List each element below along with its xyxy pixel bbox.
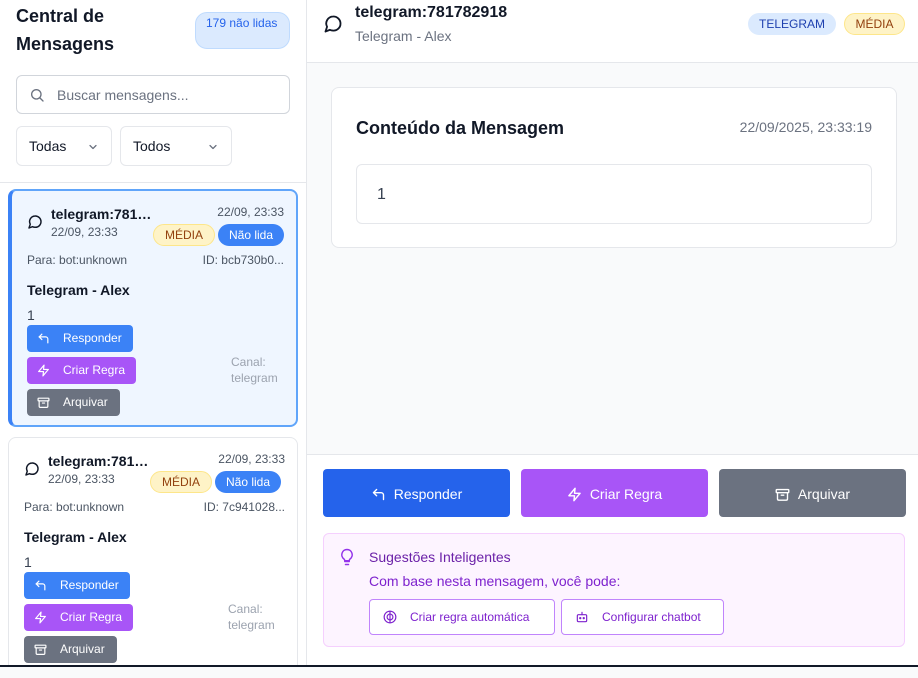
suggestions-title: Sugestões Inteligentes: [369, 549, 511, 565]
message-detail-panel: telegram:781782918 Telegram - Alex TELEG…: [307, 0, 918, 665]
create-rule-button[interactable]: Criar Regra: [27, 357, 136, 384]
channel-value: telegram: [228, 618, 275, 632]
archive-button[interactable]: Arquivar: [719, 469, 906, 517]
create-rule-button-label: Criar Regra: [60, 610, 123, 624]
unread-badge: Não lida: [215, 471, 282, 493]
chat-bubble-icon: [25, 462, 39, 476]
message-id: ID: bcb730b0...: [202, 253, 284, 267]
message-title: Telegram - Alex: [27, 282, 130, 298]
reply-button-label: Responder: [63, 331, 122, 345]
message-recipient: Para: bot:unknown: [27, 253, 128, 267]
sidebar-title: Central de Mensagens: [16, 6, 115, 54]
archive-button[interactable]: Arquivar: [24, 636, 117, 663]
chevron-down-icon: [209, 144, 217, 150]
create-rule-button-label: Criar Regra: [589, 486, 663, 503]
channel-label: Canal:: [228, 602, 263, 616]
message-content-card: Conteúdo da Mensagem 22/09/2025, 23:33:1…: [331, 87, 897, 248]
message-sender: telegram:781782918: [51, 206, 153, 222]
message-id: ID: 7c941028...: [203, 500, 285, 514]
priority-badge: MÉDIA: [844, 13, 905, 35]
smart-suggestions-panel: Sugestões Inteligentes Com base nesta me…: [323, 533, 905, 647]
reply-button[interactable]: Responder: [323, 469, 510, 517]
archive-icon: [775, 488, 790, 501]
chat-bubble-icon: [324, 15, 342, 33]
suggestions-text: Com base nesta mensagem, você pode:: [369, 573, 621, 589]
lightbulb-icon: [341, 548, 353, 566]
zap-icon: [35, 611, 46, 624]
zap-icon: [38, 364, 49, 377]
reply-icon: [372, 488, 384, 500]
create-auto-rule-label: Criar regra automática: [410, 610, 530, 624]
message-date: 22/09, 23:33: [48, 472, 115, 486]
message-title: Telegram - Alex: [24, 529, 127, 545]
search-input[interactable]: [57, 76, 282, 113]
message-card[interactable]: telegram:781782918 22/09, 23:33 22/09, 2…: [8, 437, 298, 665]
message-time: 22/09, 23:33: [217, 205, 284, 219]
create-rule-button[interactable]: Criar Regra: [521, 469, 708, 517]
content-title: Conteúdo da Mensagem: [356, 118, 565, 138]
reply-button[interactable]: Responder: [27, 325, 133, 352]
channel-info: Canal: telegram: [231, 354, 278, 386]
channel-value: telegram: [231, 371, 278, 385]
priority-badge: MÉDIA: [153, 224, 216, 246]
status-filter-value: Todas: [29, 138, 67, 154]
message-recipient: Para: bot:unknown: [24, 500, 125, 514]
reply-icon: [35, 580, 46, 591]
archive-button[interactable]: Arquivar: [27, 389, 120, 416]
unread-count-badge: 179 não lidas: [195, 12, 290, 49]
reply-button-label: Responder: [393, 486, 463, 503]
configure-chatbot-button[interactable]: Configurar chatbot: [561, 599, 724, 635]
channel-label: Canal:: [231, 355, 266, 369]
bottom-strip: [0, 667, 918, 678]
target-icon: [383, 610, 397, 624]
content-date: 22/09/2025, 23:33:19: [739, 119, 872, 135]
create-auto-rule-button[interactable]: Criar regra automática: [369, 599, 555, 635]
sidebar-divider: [0, 182, 306, 183]
reply-button[interactable]: Responder: [24, 572, 130, 599]
detail-header: telegram:781782918 Telegram - Alex TELEG…: [307, 0, 918, 63]
detail-actions: Responder Criar Regra Arquivar Sugestões…: [307, 454, 918, 665]
message-date: 22/09, 23:33: [51, 225, 118, 239]
priority-badge: MÉDIA: [150, 471, 213, 493]
type-filter-value: Todos: [133, 138, 171, 154]
reply-icon: [38, 333, 49, 344]
message-sender: telegram:781782918: [48, 453, 150, 469]
search-box[interactable]: [16, 75, 290, 114]
chat-bubble-icon: [28, 215, 42, 229]
configure-chatbot-label: Configurar chatbot: [602, 610, 701, 624]
archive-icon: [37, 397, 50, 408]
chevron-down-icon: [89, 144, 97, 150]
status-filter-select[interactable]: Todas: [16, 126, 112, 166]
detail-body: Conteúdo da Mensagem 22/09/2025, 23:33:1…: [307, 63, 918, 454]
message-preview: 1: [24, 554, 32, 570]
channel-badge: TELEGRAM: [748, 13, 836, 35]
create-rule-button[interactable]: Criar Regra: [24, 604, 133, 631]
reply-button-label: Responder: [60, 578, 119, 592]
archive-icon: [34, 644, 47, 655]
zap-icon: [568, 487, 581, 502]
type-filter-select[interactable]: Todos: [120, 126, 232, 166]
archive-button-label: Arquivar: [797, 486, 851, 503]
message-preview: 1: [27, 307, 35, 323]
create-rule-button-label: Criar Regra: [63, 363, 126, 377]
channel-info: Canal: telegram: [228, 601, 275, 633]
message-sidebar: Central de Mensagens 179 não lidas Todas…: [0, 0, 307, 665]
content-body: 1: [356, 164, 872, 224]
bot-icon: [576, 611, 588, 623]
message-card[interactable]: telegram:781782918 22/09, 23:33 22/09, 2…: [8, 189, 298, 427]
archive-button-label: Arquivar: [63, 395, 108, 409]
detail-subtitle: Telegram - Alex: [355, 28, 452, 44]
unread-badge: Não lida: [218, 224, 285, 246]
message-time: 22/09, 23:33: [218, 452, 285, 466]
detail-sender: telegram:781782918: [355, 4, 508, 21]
search-icon: [31, 89, 44, 102]
archive-button-label: Arquivar: [60, 642, 105, 656]
